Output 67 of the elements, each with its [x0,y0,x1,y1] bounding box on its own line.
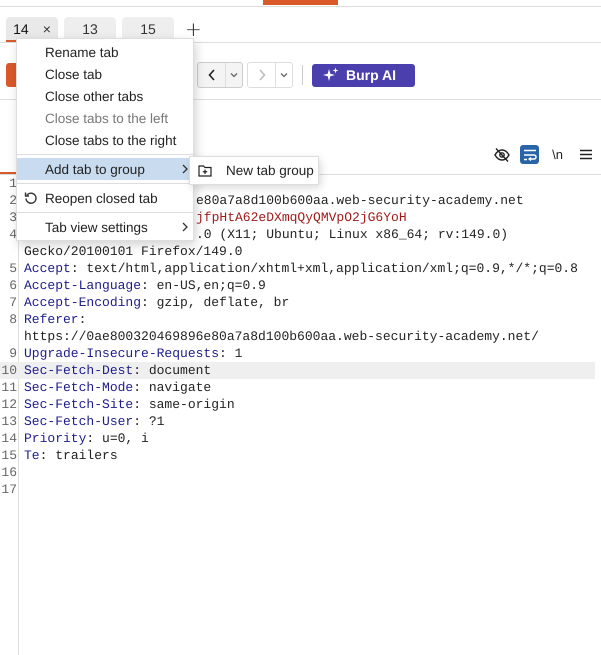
header-name: Sec-Fetch-Site [24,397,134,412]
code-text: jfpHtA62eDXmqQyQMVpO2jG6YoH [196,210,407,225]
code-text: : en-US,en;q=0.9 [141,278,266,293]
code-text: : trailers [40,448,118,463]
folder-plus-icon [198,164,212,177]
line-number: 12 [0,396,18,413]
code-text: : gzip, deflate, br [141,295,290,310]
code-text: https://0ae800320469896e80a7a8d100b600aa.web-security-academy.net/ [24,328,540,345]
line-number: 8 [8,311,18,329]
header-name: Sec-Fetch-Mode [24,380,134,395]
menu-item[interactable]: Close tabs to the right [17,129,193,151]
line-number: 4 [8,226,18,244]
line-number: 11 [0,379,18,396]
line-number: 6 [8,277,18,294]
menu-item[interactable]: Tab view settings [17,216,193,238]
chevron-right-icon [182,164,188,174]
header-name: Sec-Fetch-Dest [24,363,134,378]
code-text: e80a7a8d100b600aa.web-security-academy.net [196,193,524,208]
header-name: Te [24,448,40,463]
back-button[interactable] [197,62,243,88]
line-number: 14 [0,430,18,447]
code-text: : u=0, i [86,431,149,446]
line-number: 1 [8,175,18,192]
code-text: : document [133,363,212,378]
header-name: Upgrade-Insecure-Requests [24,346,220,361]
tab[interactable]: 14 × [6,16,58,42]
header-name: Sec-Fetch-User [24,414,134,429]
line-number: 7 [8,294,18,311]
code-text: Gecko/20100101 Firefox/149.0 [24,243,244,260]
line-number: 3 [8,209,18,226]
code-text: : ?1 [133,414,164,429]
code-text: : text/html,application/xhtml+xml,application/xml;q=0.9,*/*;q=0.8 [70,261,578,276]
line-number: 16 [0,464,18,481]
sparkle-icon [323,67,339,83]
caret-icon[interactable] [230,72,238,78]
header-name: Priority [24,431,86,446]
line-number: 5 [8,260,18,277]
newline-toggle[interactable]: \n [548,145,567,164]
code-text: : 1 [219,346,242,361]
line-number: 15 [0,447,18,464]
line-number: 10 [0,362,18,379]
header-name: Accept-Encoding [24,295,142,310]
line-number: 9 [8,345,18,362]
close-icon[interactable]: × [42,21,51,37]
new-tab-button[interactable]: + [180,17,207,41]
code-text: : [78,312,86,327]
menu-item[interactable]: Close tab [17,63,193,85]
chevron-left-icon [208,69,216,81]
line-number: 2 [8,192,18,209]
menu-item[interactable]: Rename tab [17,41,193,63]
code-text: .0 (X11; Ubuntu; Linux x86_64; rv:149.0) [196,227,508,242]
undo-icon [24,191,38,205]
menu-item[interactable]: Close other tabs [17,85,193,107]
header-name: Accept-Language [24,278,142,293]
ai-button[interactable]: Burp AI [312,64,415,86]
code-text: : navigate [133,380,212,395]
tab-indicator [0,172,16,174]
line-number: 13 [0,413,18,430]
code-text: : same-origin [133,397,235,412]
line-number: 17 [0,481,18,498]
header-name: Accept [24,261,71,276]
menu-item[interactable]: Reopen closed tab [17,187,193,209]
header-name: Referer [24,312,79,327]
menu-item[interactable]: New tab group [190,160,318,182]
chevron-right-icon [182,222,188,232]
chevron-right-icon [258,69,266,81]
word-wrap-icon[interactable] [520,145,539,164]
